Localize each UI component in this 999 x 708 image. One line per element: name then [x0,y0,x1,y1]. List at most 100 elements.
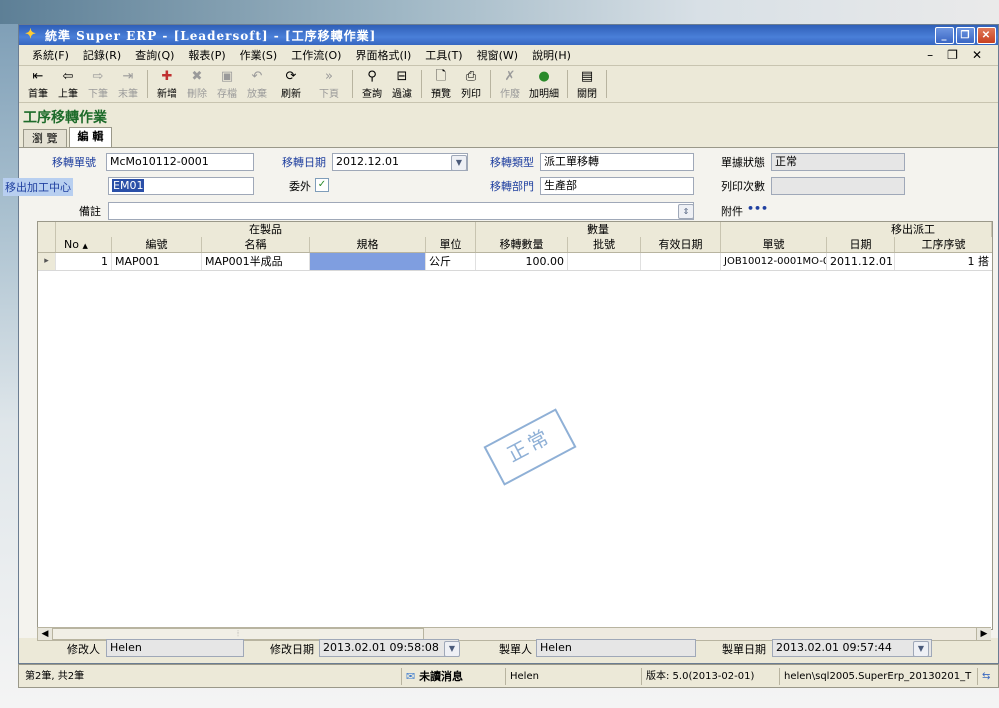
unread-messages-button[interactable]: ✉ 未讀消息 [401,668,501,685]
title-bar[interactable]: ✦ 統準 Super ERP - [Leadersoft] - [工序移轉作業]… [19,25,998,45]
search-button[interactable]: ⚲ 查詢 [357,66,387,102]
delete-button[interactable]: ✖ 刪除 [182,66,212,102]
cell-doc-no[interactable]: JOB10012-0001MO-01 [721,253,827,270]
add-button[interactable]: ✚ 新增 [152,66,182,102]
print-icon: ⎙ [465,68,477,84]
tab-browse[interactable]: 瀏 覽 [23,129,67,147]
menu-window[interactable]: 視窗(W) [470,47,525,63]
prev-record-button[interactable]: ⇦ 上筆 [53,66,83,102]
col-code[interactable]: 編號 [112,237,202,252]
creator-field: Helen [536,639,696,657]
col-no[interactable]: No ▲ [56,237,112,252]
window-title: 統準 Super ERP - [Leadersoft] - [工序移轉作業] [45,28,377,43]
delete-icon: ✖ [191,68,203,84]
table-row[interactable]: ▸ 1 MAP001 MAP001半成品 公斤 100.00 JOB10012-… [38,253,992,271]
delete-label: 刪除 [187,88,207,100]
cell-name[interactable]: MAP001半成品 [202,253,310,270]
transfer-no-field[interactable]: McMo10112-0001 [106,153,254,171]
print-count-label: 列印次數 [721,180,765,193]
filter-button[interactable]: ⊟ 過濾 [387,66,417,102]
menu-system[interactable]: 系統(F) [25,47,76,63]
first-record-button[interactable]: ⇤ 首筆 [23,66,53,102]
menu-workflow[interactable]: 工作流(O) [284,47,348,63]
toolbar-separator [490,70,491,98]
scroll-left-icon[interactable]: ◀ [38,628,53,640]
menu-interface[interactable]: 界面格式(I) [348,47,418,63]
col-name[interactable]: 名稱 [202,237,310,252]
remark-expand-icon[interactable]: ⇕ [678,204,694,219]
network-icon[interactable]: ⇆ [977,668,997,685]
group-dispatch: 移出派工 [721,222,992,237]
mdi-close-icon[interactable]: ✕ [972,48,982,62]
menu-report[interactable]: 報表(P) [181,47,232,63]
discard-button[interactable]: ↶ 放棄 [242,66,272,102]
last-record-button[interactable]: ⇥ 末筆 [113,66,143,102]
menu-help[interactable]: 說明(H) [525,47,578,63]
transfer-dept-field[interactable]: 生產部 [540,177,694,195]
next-record-label: 下筆 [88,88,108,100]
close-doc-button[interactable]: ▤ 關閉 [572,66,602,102]
print-button[interactable]: ⎙ 列印 [456,66,486,102]
menu-tools[interactable]: 工具(T) [418,47,469,63]
out-center-label: 移出加工中心 [3,178,73,196]
cell-spec[interactable] [310,253,426,270]
preview-button[interactable]: 🗋 預覽 [426,66,456,102]
cell-expiry[interactable] [641,253,721,270]
modify-date-dropdown-icon: ▼ [444,641,460,657]
filter-label: 過濾 [392,88,412,100]
cell-batch[interactable] [568,253,641,270]
cell-code[interactable]: MAP001 [112,253,202,270]
menu-query[interactable]: 查詢(Q) [128,47,181,63]
form-tabs: 瀏 覽 編 輯 [23,127,114,147]
restore-icon[interactable]: ❐ [956,26,975,44]
out-center-field[interactable]: EM01 [108,177,254,195]
preview-label: 預覽 [431,88,451,100]
scroll-right-icon[interactable]: ▶ [976,628,991,640]
modify-date-label: 修改日期 [270,643,314,656]
tab-edit[interactable]: 編 輯 [68,127,113,147]
cell-unit[interactable]: 公斤 [426,253,476,270]
transfer-type-field[interactable]: 派工單移轉 [540,153,694,171]
cell-qty[interactable]: 100.00 [476,253,568,270]
minimize-icon[interactable]: _ [935,26,954,44]
prev-record-icon: ⇦ [62,68,74,84]
remark-field[interactable] [108,202,694,220]
transfer-date-field[interactable]: 2012.12.01 [332,153,468,171]
add-detail-button[interactable]: ● 加明細 [525,66,563,102]
toolbar-separator [147,70,148,98]
attachment-more-button[interactable]: ••• [747,202,768,215]
col-unit[interactable]: 單位 [426,237,476,252]
add-icon: ✚ [161,68,173,84]
create-date-label: 製單日期 [722,643,766,656]
transfer-type-label: 移轉類型 [490,156,534,169]
close-doc-icon: ▤ [580,68,594,84]
void-button[interactable]: ✗ 作廢 [495,66,525,102]
refresh-button[interactable]: ⟳ 刷新 [272,66,310,102]
mdi-restore-icon[interactable]: ❐ [947,48,958,62]
col-seq[interactable]: 工序序號 [895,237,992,252]
doc-status-field: 正常 [771,153,905,171]
cell-no[interactable]: 1 [56,253,112,270]
cell-seq[interactable]: 1 搭 [895,253,992,270]
menu-operation[interactable]: 作業(S) [233,47,285,63]
detail-grid: 在製品 數量 移出派工 No ▲ 編號 名稱 規格 單位 移轉數量 批號 有效日… [37,221,993,630]
menu-record[interactable]: 記錄(R) [76,47,128,63]
grid-corner [38,222,56,237]
close-window-icon[interactable]: ✕ [977,26,996,44]
date-dropdown-icon[interactable]: ▼ [451,155,467,171]
next-record-button[interactable]: ⇨ 下筆 [83,66,113,102]
mdi-minimize-icon[interactable]: – [927,48,933,62]
creator-label: 製單人 [499,643,532,656]
col-expiry[interactable]: 有效日期 [641,237,721,252]
grid-group-header: 在製品 數量 移出派工 [38,222,992,238]
col-doc-no[interactable]: 單號 [721,237,827,252]
save-button[interactable]: ▣ 存檔 [212,66,242,102]
next-page-button[interactable]: » 下頁 [310,66,348,102]
add-detail-icon: ● [538,68,550,84]
col-batch[interactable]: 批號 [568,237,641,252]
col-spec[interactable]: 規格 [310,237,426,252]
outsource-checkbox[interactable]: ✓ [315,178,329,192]
col-qty[interactable]: 移轉數量 [476,237,568,252]
cell-date[interactable]: 2011.12.01 [827,253,895,270]
col-date[interactable]: 日期 [827,237,895,252]
